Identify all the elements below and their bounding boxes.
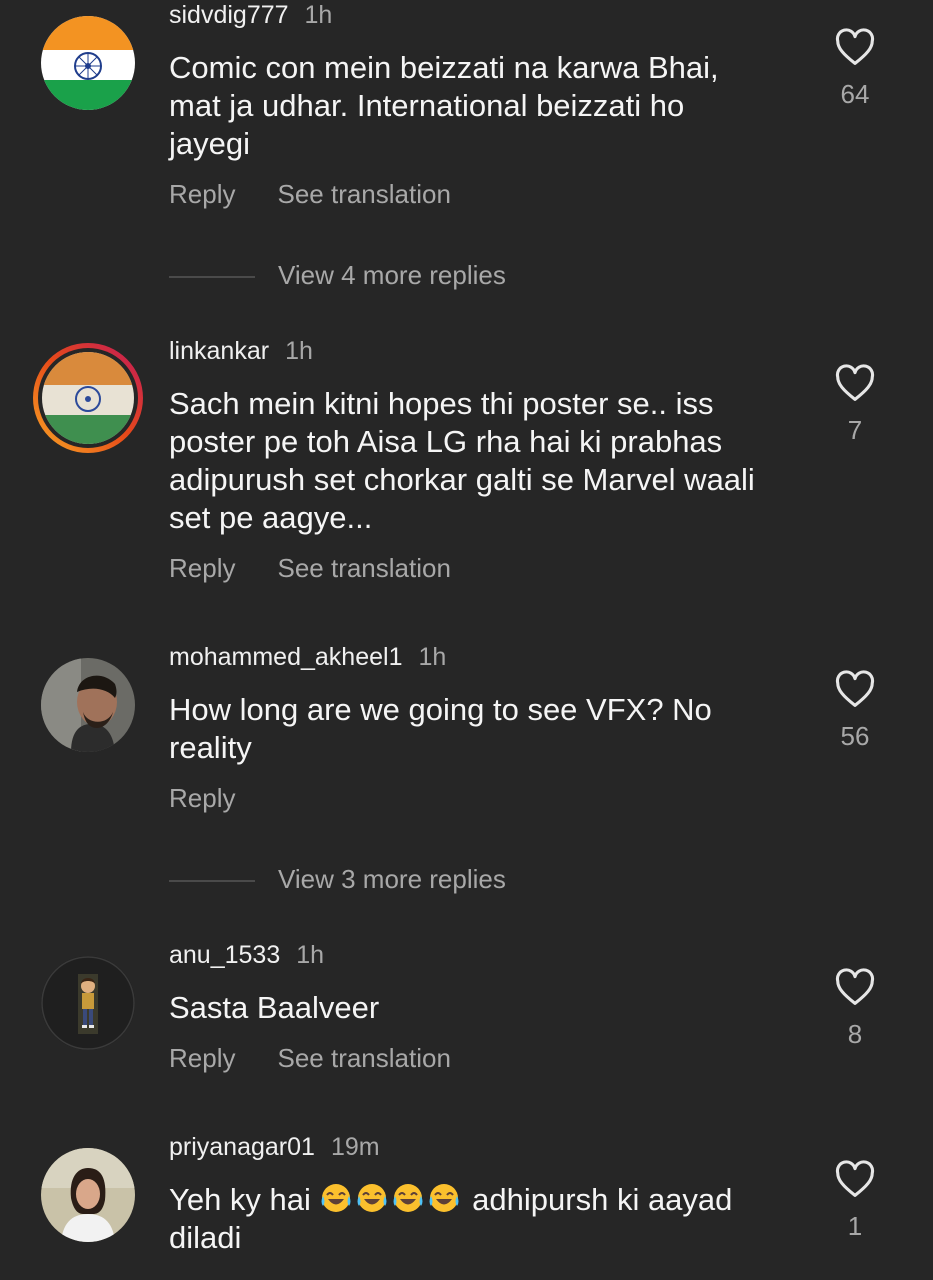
comment-text: Sach mein kitni hopes thi poster se.. is… [169, 386, 755, 535]
comment-text-part: Yeh ky hai [169, 1182, 311, 1217]
comment-text: How long are we going to see VFX? No rea… [169, 692, 712, 765]
comment-text-part: diladi [169, 1220, 242, 1255]
like-count: 1 [847, 1211, 863, 1241]
like-count: 64 [840, 79, 870, 109]
comment-timestamp: 19m [330, 1133, 380, 1161]
india-flag-avatar[interactable] [41, 16, 135, 110]
comment-actions: Reply [169, 783, 235, 814]
like-count: 8 [847, 1019, 863, 1049]
divider-line [169, 276, 255, 278]
see-translation-button[interactable]: See translation [277, 553, 450, 584]
comment-username[interactable]: anu_1533 1h [169, 941, 324, 970]
heart-outline-icon[interactable] [834, 364, 876, 402]
heart-outline-icon[interactable] [834, 28, 876, 66]
divider-line [169, 880, 255, 882]
see-translation-button[interactable]: See translation [277, 1043, 450, 1074]
comment-text-part: adhipursh ki aayad [472, 1182, 733, 1217]
reply-button[interactable]: Reply [169, 783, 235, 814]
comment-username[interactable]: mohammed_akheel1 1h [169, 643, 446, 672]
comment-text: Comic con mein beizzati na karwa Bhai, m… [169, 50, 719, 161]
woman-profile-photo-avatar[interactable] [41, 1148, 135, 1242]
username-text[interactable]: priyanagar01 [169, 1133, 315, 1161]
cartoon-figure-avatar[interactable] [41, 956, 135, 1050]
comment-timestamp: 1h [285, 337, 313, 365]
comment-actions: Reply See translation [169, 553, 451, 584]
man-profile-photo-avatar[interactable] [41, 658, 135, 752]
laughing-tears-emoji [393, 1184, 423, 1212]
username-text[interactable]: linkankar [169, 337, 269, 365]
username-text[interactable]: mohammed_akheel1 [169, 643, 402, 671]
like-count: 7 [847, 415, 863, 445]
comment-username[interactable]: sidvdig777 1h [169, 1, 332, 30]
comment-username[interactable]: priyanagar01 19m [169, 1133, 380, 1162]
reply-button[interactable]: Reply [169, 1043, 235, 1074]
laughing-tears-emoji [429, 1184, 459, 1212]
like-count: 56 [840, 721, 870, 751]
laughing-tears-emoji [357, 1184, 387, 1212]
comment-actions: Reply See translation [169, 179, 451, 210]
view-more-replies-label[interactable]: View 4 more replies [278, 260, 506, 291]
comment-username[interactable]: linkankar 1h [169, 337, 313, 366]
comment-text: Sasta Baalveer [169, 990, 380, 1025]
username-text[interactable]: anu_1533 [169, 941, 280, 969]
india-flag-story-ring-avatar[interactable] [31, 341, 145, 455]
comment-text: Yeh ky hai adhipursh ki aayad diladi [169, 1181, 789, 1257]
see-translation-button[interactable]: See translation [277, 179, 450, 210]
view-more-replies-label[interactable]: View 3 more replies [278, 864, 506, 895]
username-text[interactable]: sidvdig777 [169, 1, 289, 29]
heart-outline-icon[interactable] [834, 968, 876, 1006]
comment-timestamp: 1h [304, 1, 333, 29]
comment-timestamp: 1h [296, 941, 325, 969]
reply-button[interactable]: Reply [169, 553, 235, 584]
comment-timestamp: 1h [418, 643, 447, 671]
heart-outline-icon[interactable] [834, 670, 876, 708]
heart-outline-icon[interactable] [834, 1160, 876, 1198]
laughing-tears-emoji [321, 1184, 351, 1212]
reply-button[interactable]: Reply [169, 179, 235, 210]
comment-actions: Reply See translation [169, 1043, 451, 1074]
